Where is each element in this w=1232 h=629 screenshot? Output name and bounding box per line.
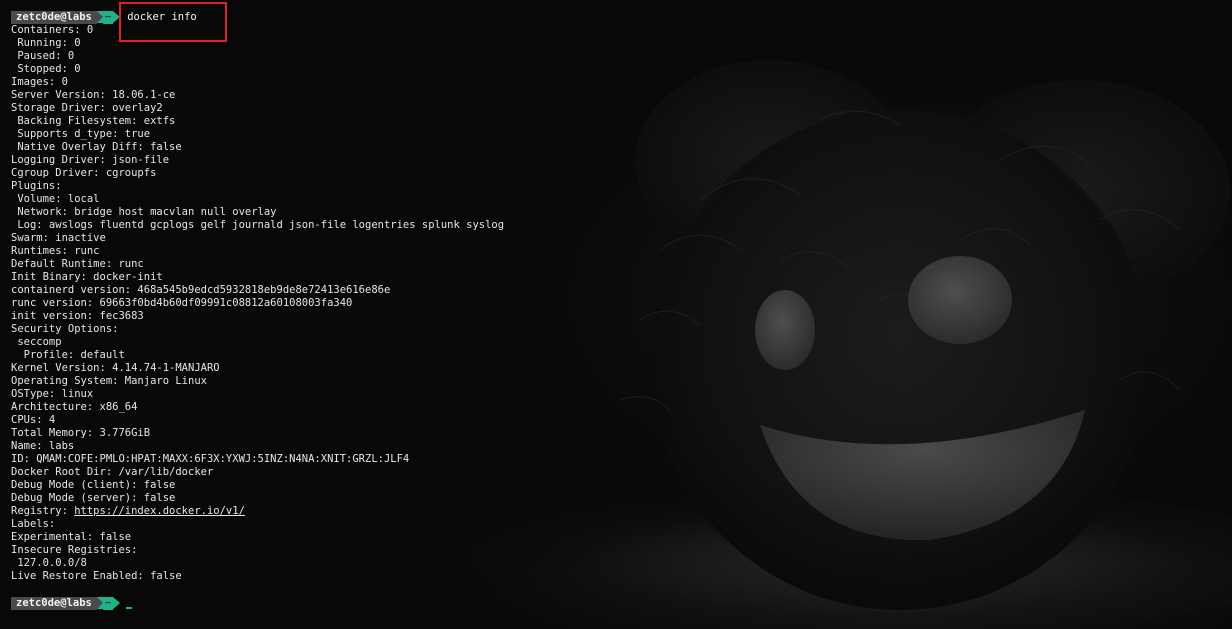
output-line-init-binary: Init Binary: docker-init xyxy=(11,271,163,283)
output-line-experimental: Experimental: false xyxy=(11,531,132,543)
prompt-directory: ~ xyxy=(96,596,121,610)
output-line-plugins: Plugins: xyxy=(11,180,62,192)
output-line-logging-driver: Logging Driver: json-file xyxy=(11,154,170,166)
output-line-insecure-registries: Insecure Registries: xyxy=(11,544,138,556)
registry-label: Registry: xyxy=(11,505,75,517)
prompt-line-current[interactable]: zetc0de@labs ~ xyxy=(11,596,1232,610)
output-line-docker-root-dir: Docker Root Dir: /var/lib/docker xyxy=(11,466,214,478)
terminal-window[interactable]: zetc0de@labs ~ docker info Containers: 0… xyxy=(0,0,1232,629)
output-line-backing-fs: Backing Filesystem: extfs xyxy=(11,115,176,127)
output-line-registry: Registry: https://index.docker.io/v1/ xyxy=(11,505,1232,518)
output-line-operating-system: Operating System: Manjaro Linux xyxy=(11,375,207,387)
output-line-volume: Volume: local xyxy=(11,193,100,205)
output-line-debug-server: Debug Mode (server): false xyxy=(11,492,176,504)
output-line-storage-driver: Storage Driver: overlay2 xyxy=(11,102,163,114)
output-line-swarm: Swarm: inactive xyxy=(11,232,106,244)
output-line-insecure-ip: 127.0.0.0/8 xyxy=(11,557,87,569)
output-line-init-version: init version: fec3683 xyxy=(11,310,144,322)
output-line-security-options: Security Options: xyxy=(11,323,119,335)
output-line-cpus: CPUs: 4 xyxy=(11,414,56,426)
output-line-seccomp: seccomp xyxy=(11,336,62,348)
output-line-labels: Labels: xyxy=(11,518,56,530)
prompt-end-arrow xyxy=(113,597,121,609)
terminal-output: zetc0de@labs ~ docker info Containers: 0… xyxy=(11,10,1232,610)
output-line-kernel-version: Kernel Version: 4.14.74-1-MANJARO xyxy=(11,362,220,374)
prompt-dir-label: ~ xyxy=(102,10,114,24)
output-line-total-memory: Total Memory: 3.776GiB xyxy=(11,427,151,439)
output-line-supports-dtype: Supports d_type: true xyxy=(11,128,151,140)
prompt-directory: ~ xyxy=(96,10,121,24)
output-line-native-overlay: Native Overlay Diff: false xyxy=(11,141,182,153)
output-line-network: Network: bridge host macvlan null overla… xyxy=(11,206,277,218)
output-line-default-runtime: Default Runtime: runc xyxy=(11,258,144,270)
output-line-cgroup-driver: Cgroup Driver: cgroupfs xyxy=(11,167,157,179)
command-highlight-box xyxy=(119,2,227,42)
output-line-ostype: OSType: linux xyxy=(11,388,94,400)
output-line-architecture: Architecture: x86_64 xyxy=(11,401,138,413)
prompt-dir-label: ~ xyxy=(102,596,114,610)
output-line-debug-client: Debug Mode (client): false xyxy=(11,479,176,491)
prompt-user-host: zetc0de@labs xyxy=(11,596,97,610)
output-line-id: ID: QMAM:COFE:PMLO:HPAT:MAXX:6F3X:YXWJ:5… xyxy=(11,453,410,465)
output-line-runtimes: Runtimes: runc xyxy=(11,245,100,257)
output-line-paused: Paused: 0 xyxy=(11,50,75,62)
output-line-name: Name: labs xyxy=(11,440,75,452)
output-line-stopped: Stopped: 0 xyxy=(11,63,81,75)
output-line-profile: Profile: default xyxy=(11,349,125,361)
output-line-runc-version: runc version: 69663f0bd4b60df09991c08812… xyxy=(11,297,353,309)
output-line-images: Images: 0 xyxy=(11,76,68,88)
output-line-log: Log: awslogs fluentd gcplogs gelf journa… xyxy=(11,219,505,231)
output-line-containerd-version: containerd version: 468a545b9edcd5932818… xyxy=(11,284,391,296)
output-line-live-restore: Live Restore Enabled: false xyxy=(11,570,182,582)
output-line-server-version: Server Version: 18.06.1-ce xyxy=(11,89,176,101)
prompt-user-host: zetc0de@labs xyxy=(11,10,97,24)
registry-link[interactable]: https://index.docker.io/v1/ xyxy=(74,505,245,517)
text-cursor xyxy=(126,607,133,609)
